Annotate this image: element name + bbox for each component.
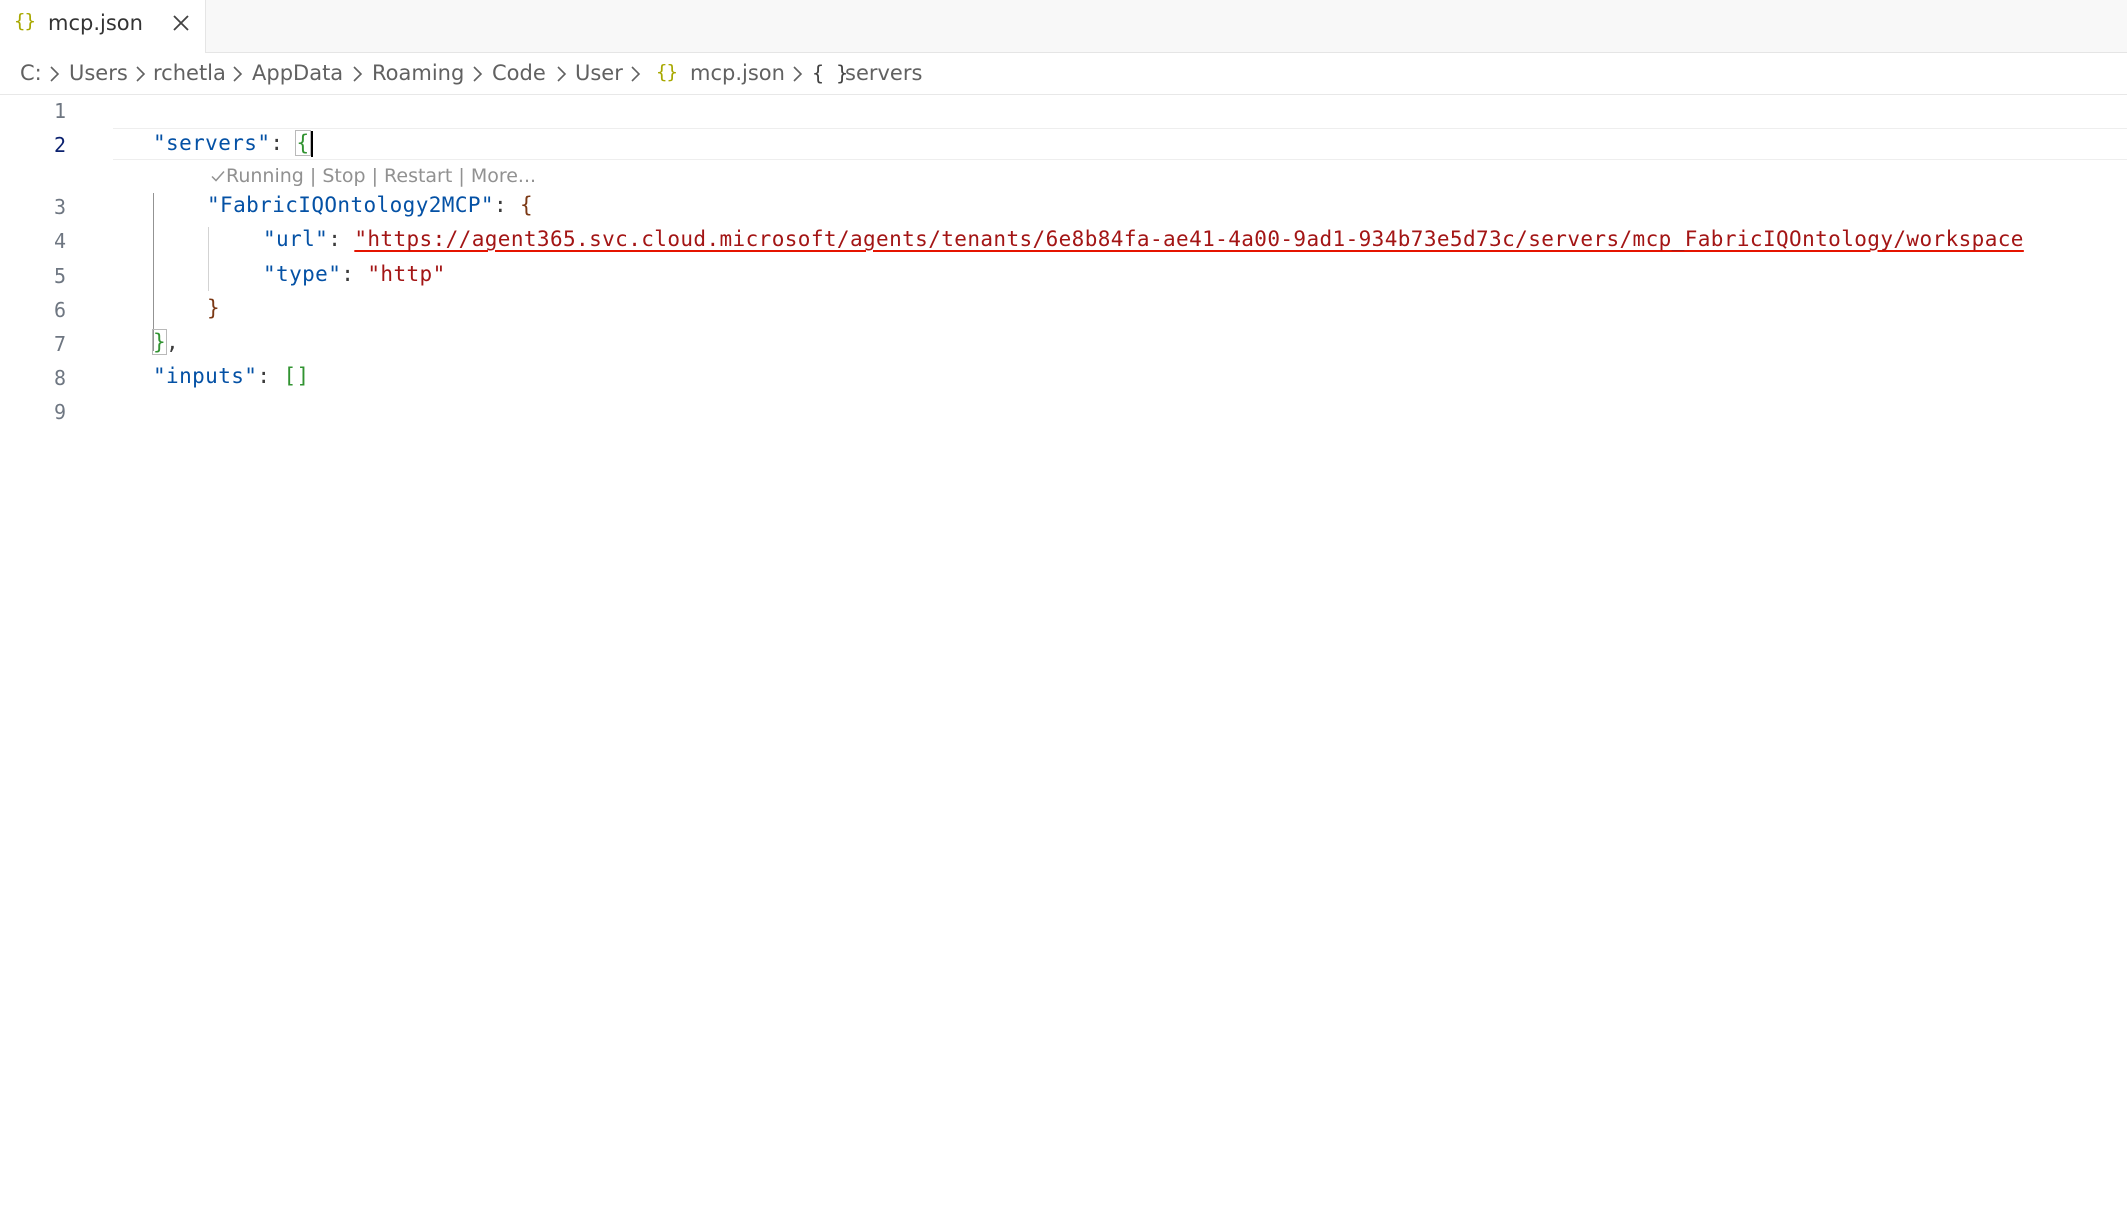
check-icon	[211, 171, 225, 182]
breadcrumb-item-appdata[interactable]: AppData	[252, 61, 343, 85]
object-braces-icon: { }	[812, 61, 849, 85]
chevron-right-icon	[789, 64, 805, 84]
code-editor[interactable]: 1 2 3 4 5 6 7 8 9 "servers": { Running |…	[0, 95, 2127, 1209]
chevron-right-icon	[132, 64, 148, 84]
breadcrumb-item-users[interactable]: Users	[69, 61, 128, 85]
line-number: 4	[53, 229, 66, 253]
line-number: 6	[53, 298, 66, 322]
line-number: 3	[53, 195, 66, 219]
breadcrumb-item-symbol[interactable]: servers	[845, 61, 922, 85]
codelens-stop[interactable]: Stop	[322, 165, 365, 187]
indent-guide	[208, 227, 209, 291]
tab-label: mcp.json	[48, 11, 143, 35]
codelens-restart[interactable]: Restart	[384, 165, 452, 187]
line-number: 9	[53, 400, 66, 424]
breadcrumb-item-code[interactable]: Code	[492, 61, 546, 85]
chevron-right-icon	[349, 64, 365, 84]
code-line-2: "servers": {	[153, 130, 313, 157]
close-icon[interactable]	[168, 10, 194, 36]
json-braces-icon: {}	[656, 61, 678, 83]
codelens-status[interactable]: Running	[226, 165, 304, 187]
close-brace: }	[151, 329, 168, 355]
line-number: 7	[53, 332, 66, 356]
codelens-more[interactable]: More...	[471, 165, 536, 187]
code-line-8: "inputs": []	[153, 364, 310, 388]
servers-key: "servers"	[153, 131, 271, 155]
breadcrumb-item-user[interactable]: User	[575, 61, 623, 85]
tab-bar: {} mcp.json	[0, 0, 2127, 53]
chevron-right-icon	[627, 64, 643, 84]
open-brace: {	[520, 193, 534, 217]
server-name-key: "FabricIQOntology2MCP"	[207, 193, 494, 217]
editor-window: {} mcp.json C: Users rchetla AppData Roa…	[0, 0, 2127, 1209]
type-key: "type"	[263, 262, 342, 286]
mcp-server-codelens: Running | Stop | Restart | More...	[210, 165, 536, 187]
line-number: 1	[53, 99, 66, 123]
tab-mcp-json[interactable]: {} mcp.json	[0, 0, 206, 53]
open-brace: {	[295, 130, 311, 156]
text-cursor	[310, 131, 313, 157]
url-key: "url"	[263, 227, 329, 251]
code-line-7: },	[151, 329, 180, 355]
url-value-link[interactable]: "https://agent365.svc.cloud.microsoft/ag…	[354, 227, 2024, 251]
chevron-right-icon	[469, 64, 485, 84]
close-brace: }	[207, 296, 221, 320]
line-number: 2	[53, 133, 66, 157]
chevron-right-icon	[553, 64, 569, 84]
empty-array: []	[283, 364, 310, 388]
code-line-3: "FabricIQOntology2MCP": {	[207, 193, 534, 217]
indent-guide	[153, 193, 154, 351]
code-line-4: "url": "https://agent365.svc.cloud.micro…	[263, 227, 2024, 251]
current-line-highlight	[113, 128, 2127, 160]
chevron-right-icon	[46, 64, 62, 84]
breadcrumb: C: Users rchetla AppData Roaming Code Us…	[0, 53, 2127, 95]
code-line-6: }	[207, 296, 220, 320]
chevron-right-icon	[229, 64, 245, 84]
inputs-key: "inputs"	[153, 364, 258, 388]
line-number: 8	[53, 366, 66, 390]
code-line-5: "type": "http"	[263, 262, 446, 286]
breadcrumb-item-roaming[interactable]: Roaming	[372, 61, 464, 85]
type-value: "http"	[367, 262, 446, 286]
json-braces-icon: {}	[14, 10, 36, 32]
breadcrumb-item-rchetla[interactable]: rchetla	[153, 61, 226, 85]
line-number: 5	[53, 264, 66, 288]
breadcrumb-item-file[interactable]: mcp.json	[690, 61, 785, 85]
breadcrumb-item-drive[interactable]: C:	[20, 61, 42, 85]
